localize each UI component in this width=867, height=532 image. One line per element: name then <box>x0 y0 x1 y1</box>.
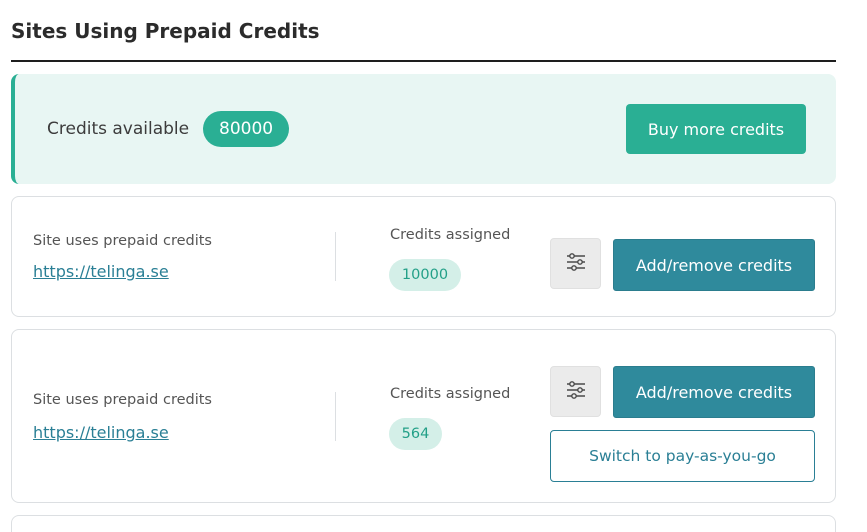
credits-assigned-badge: 10000 <box>389 259 461 291</box>
add-remove-credits-button[interactable]: Add/remove credits <box>613 366 815 418</box>
site-card <box>11 515 836 532</box>
credits-assigned-badge: 564 <box>389 418 442 450</box>
title-divider <box>11 60 836 62</box>
card-divider <box>335 392 336 441</box>
page-title: Sites Using Prepaid Credits <box>11 19 320 43</box>
credits-available-badge: 80000 <box>203 111 290 147</box>
sliders-icon <box>565 251 587 277</box>
add-remove-credits-button[interactable]: Add/remove credits <box>613 239 815 291</box>
site-status-caption: Site uses prepaid credits <box>33 233 212 249</box>
card-divider <box>335 232 336 281</box>
credits-assigned-label: Credits assigned <box>390 227 511 243</box>
site-url-link[interactable]: https://telinga.se <box>33 423 169 442</box>
credits-banner: Credits available 80000 Buy more credits <box>11 74 836 184</box>
site-settings-button[interactable] <box>550 238 601 289</box>
buy-more-credits-button[interactable]: Buy more credits <box>626 104 806 154</box>
site-card: Site uses prepaid credits https://teling… <box>11 196 836 317</box>
switch-to-pay-as-you-go-button[interactable]: Switch to pay-as-you-go <box>550 430 815 482</box>
sliders-icon <box>565 379 587 405</box>
site-status-caption: Site uses prepaid credits <box>33 392 212 408</box>
credits-assigned-label: Credits assigned <box>390 386 511 402</box>
page: Sites Using Prepaid Credits Credits avai… <box>0 0 867 532</box>
credits-available-label: Credits available <box>47 119 190 139</box>
site-url-link[interactable]: https://telinga.se <box>33 262 169 281</box>
site-settings-button[interactable] <box>550 366 601 417</box>
site-card: Site uses prepaid credits https://teling… <box>11 329 836 503</box>
